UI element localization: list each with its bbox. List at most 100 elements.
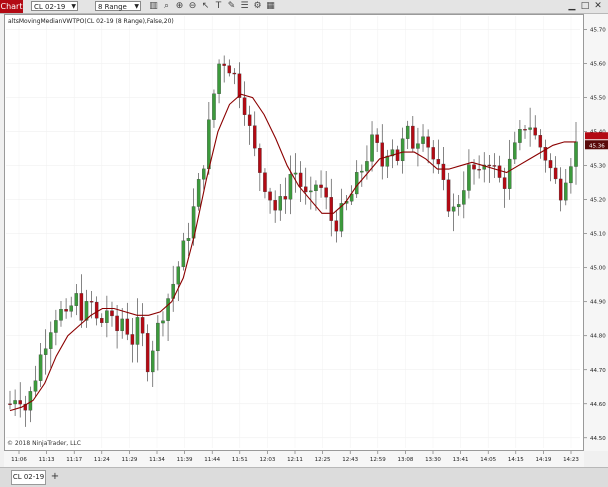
candle-body bbox=[436, 159, 441, 165]
candle-body bbox=[156, 322, 160, 352]
candle-body bbox=[181, 240, 186, 267]
x-tick-label: 11:13 bbox=[39, 457, 55, 463]
bottom-tab-bar: CL 02-19 + bbox=[0, 467, 608, 487]
x-tick-label: 13:08 bbox=[397, 457, 413, 463]
x-tick-label: 11:44 bbox=[204, 457, 220, 463]
candle-body bbox=[59, 309, 63, 321]
x-tick-label: 12:43 bbox=[342, 457, 358, 463]
candle-body bbox=[217, 63, 221, 94]
candle-body bbox=[558, 178, 563, 201]
add-tab-button[interactable]: + bbox=[50, 471, 60, 482]
candle-body bbox=[462, 190, 466, 205]
candle-body bbox=[105, 310, 109, 323]
candle-body bbox=[202, 168, 206, 180]
candle-body bbox=[196, 179, 201, 207]
candle-body bbox=[334, 220, 339, 232]
candle-body bbox=[293, 172, 298, 175]
candle-body bbox=[278, 196, 283, 211]
candle-body bbox=[74, 293, 79, 306]
y-tick-label: 45.70 bbox=[590, 28, 606, 34]
candle-body bbox=[421, 136, 425, 144]
candle-body bbox=[49, 332, 53, 349]
candle-body bbox=[13, 400, 17, 405]
candle-body bbox=[467, 164, 471, 191]
indicator-label: altsMovingMedianVWTPO(CL 02-19 (8 Range)… bbox=[8, 18, 174, 25]
candle-body bbox=[79, 293, 84, 321]
candle-body bbox=[574, 141, 578, 167]
candle-body bbox=[43, 348, 48, 355]
x-tick-label: 13:41 bbox=[453, 457, 469, 463]
candlestick-chart: 44.50 44.60 44.70 44.80 44.90 45.00 45.10 45.20… bbox=[4, 14, 608, 467]
candle-body bbox=[222, 63, 226, 66]
y-tick-label: 44.50 bbox=[590, 436, 606, 442]
candle-body bbox=[416, 143, 420, 149]
candle-body bbox=[472, 164, 476, 170]
candle-body bbox=[298, 172, 303, 187]
candle-body bbox=[38, 354, 43, 381]
candle-body bbox=[354, 172, 359, 195]
y-tick-label: 45.20 bbox=[590, 198, 606, 204]
y-tick-label: 44.70 bbox=[590, 368, 606, 374]
x-tick-label: 12:11 bbox=[287, 457, 303, 463]
candle-body bbox=[140, 317, 145, 334]
copyright-text: © 2018 NinjaTrader, LLC bbox=[7, 440, 81, 447]
candle-body bbox=[186, 238, 191, 241]
candle-body bbox=[329, 197, 333, 221]
candle-body bbox=[507, 158, 512, 189]
x-tick-label: 11:29 bbox=[121, 457, 137, 463]
candle-body bbox=[145, 333, 150, 373]
last-price-label: 45.36 bbox=[589, 143, 605, 149]
x-tick-label: 11:39 bbox=[177, 457, 193, 463]
candle-body bbox=[18, 400, 22, 405]
candle-body bbox=[487, 164, 492, 167]
y-tick-label: 45.00 bbox=[590, 266, 606, 272]
candle-body bbox=[477, 169, 481, 171]
candle-body bbox=[166, 298, 170, 321]
candle-body bbox=[283, 196, 288, 200]
y-tick-label: 45.30 bbox=[590, 164, 606, 170]
candle-body bbox=[212, 93, 216, 120]
candle-body bbox=[303, 186, 308, 193]
candle-body bbox=[135, 317, 140, 345]
instrument-tab[interactable]: CL 02-19 bbox=[11, 470, 46, 485]
x-tick-label: 14:23 bbox=[563, 457, 579, 463]
candle-body bbox=[268, 191, 272, 201]
candle-body bbox=[176, 266, 181, 285]
y-tick-label: 45.50 bbox=[590, 96, 606, 102]
candle-body bbox=[564, 182, 568, 201]
candle-body bbox=[324, 187, 328, 198]
candle-body bbox=[94, 301, 99, 319]
x-tick-label: 11:51 bbox=[232, 457, 248, 463]
x-tick-label: 12:03 bbox=[259, 457, 275, 463]
candle-body bbox=[446, 179, 451, 212]
x-tick-label: 14:19 bbox=[535, 457, 551, 463]
y-tick-label: 45.60 bbox=[590, 62, 606, 68]
candle-body bbox=[247, 114, 252, 126]
candle-body bbox=[232, 72, 237, 75]
candle-body bbox=[548, 160, 553, 169]
candle-body bbox=[130, 334, 135, 345]
candle-body bbox=[288, 174, 293, 200]
candle-body bbox=[161, 320, 165, 324]
candle-body bbox=[395, 149, 400, 162]
candle-body bbox=[492, 165, 497, 167]
candle-body bbox=[405, 125, 410, 139]
x-tick-label: 14:15 bbox=[508, 457, 524, 463]
candle-body bbox=[273, 200, 277, 211]
candle-body bbox=[370, 134, 374, 162]
candle-body bbox=[100, 318, 104, 323]
candle-body bbox=[431, 147, 435, 160]
x-tick-label: 12:25 bbox=[315, 457, 331, 463]
candle-body bbox=[110, 310, 114, 317]
x-tick-label: 11:17 bbox=[66, 457, 82, 463]
candle-body bbox=[360, 170, 364, 173]
x-tick-label: 11:24 bbox=[94, 457, 110, 463]
candle-body bbox=[523, 129, 527, 131]
candle-body bbox=[528, 127, 532, 130]
x-tick-label: 11:06 bbox=[11, 457, 27, 463]
candle-body bbox=[8, 403, 12, 405]
candle-body bbox=[207, 119, 211, 170]
candle-body bbox=[411, 125, 415, 149]
candle-body bbox=[319, 184, 323, 188]
x-tick-label: 14:05 bbox=[480, 457, 496, 463]
